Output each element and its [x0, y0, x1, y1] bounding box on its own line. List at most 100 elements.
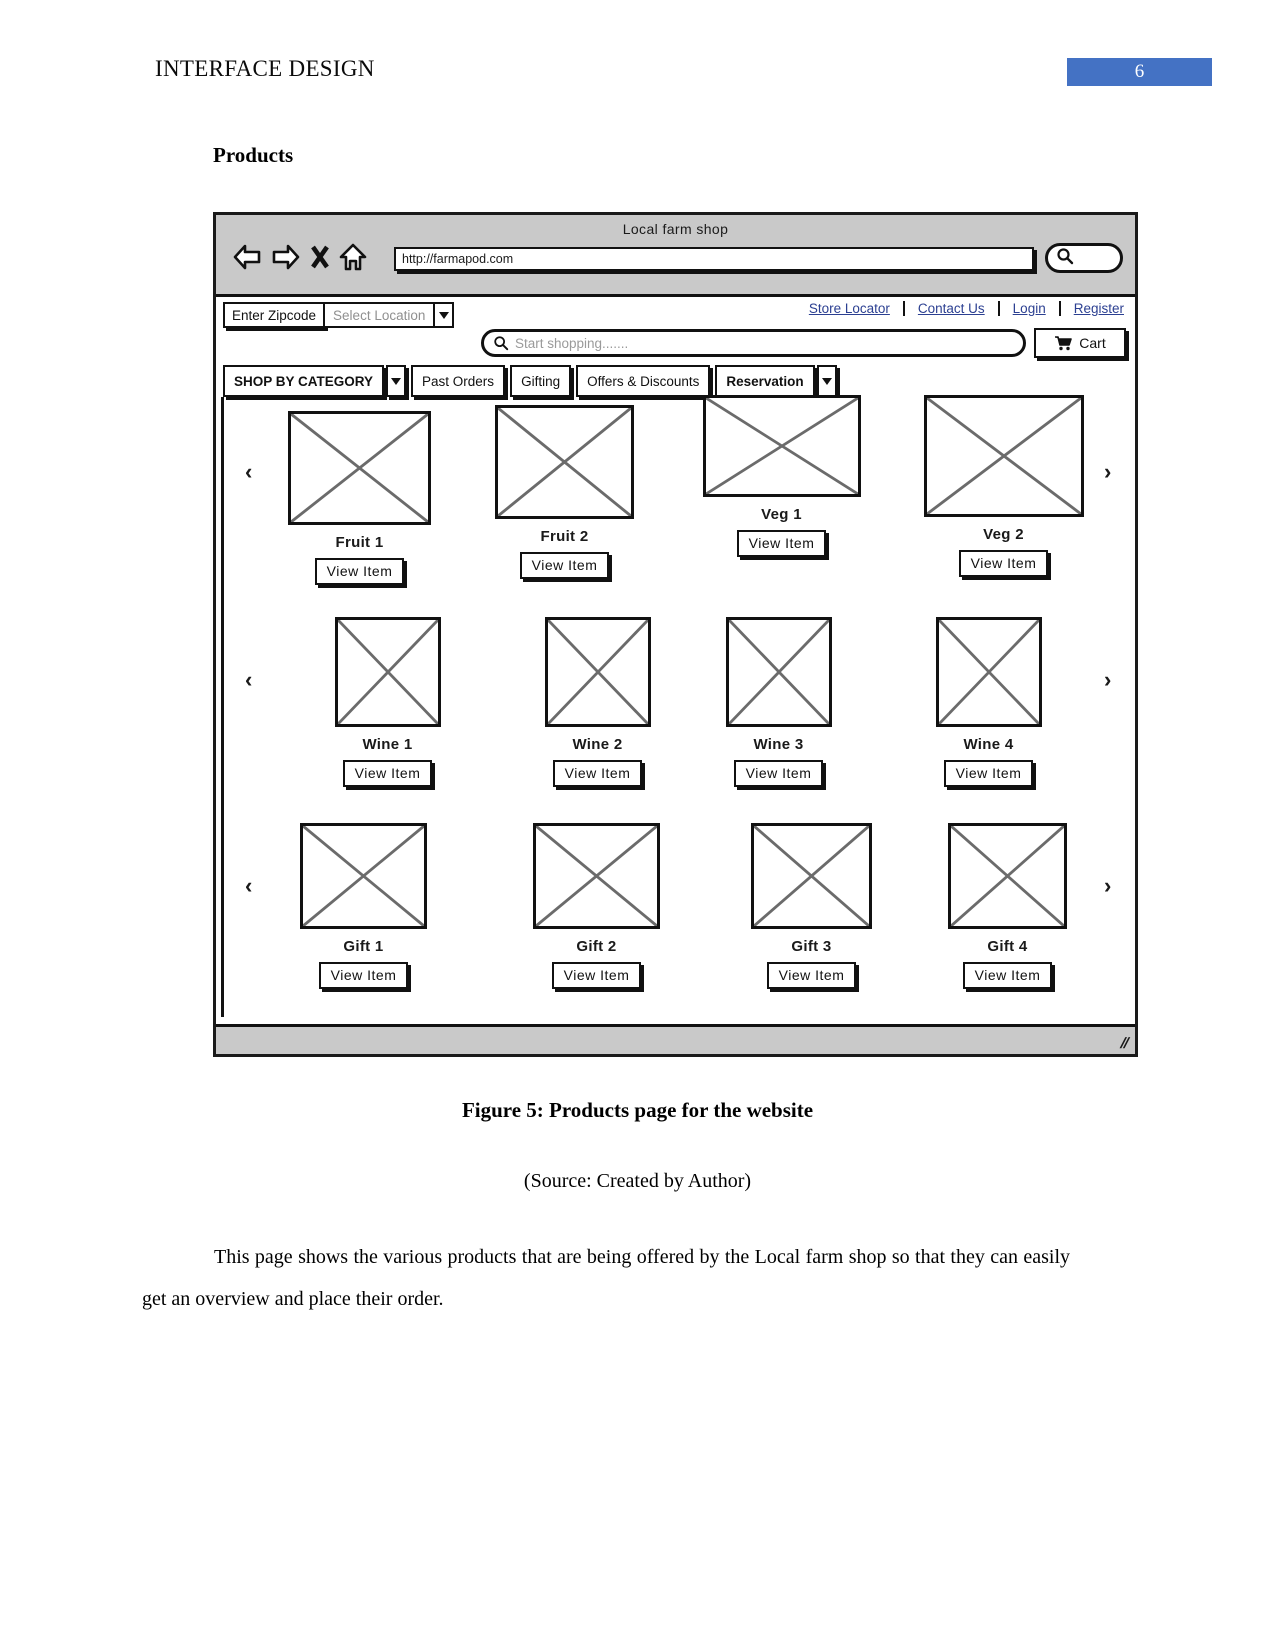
view-item-button[interactable]: View Item [962, 962, 1053, 989]
product-card-wine-2: Wine 2 View Item [510, 617, 685, 787]
product-name: Gift 3 [791, 938, 832, 955]
product-card-wine-3: Wine 3 View Item [691, 617, 866, 787]
location-select[interactable]: Select Location [325, 302, 436, 328]
view-item-button[interactable]: View Item [318, 962, 409, 989]
forward-arrow-icon[interactable] [271, 244, 301, 270]
product-card-wine-1: Wine 1 View Item [300, 617, 475, 787]
view-item-button[interactable]: View Item [736, 530, 827, 557]
header-links: Store Locator Contact Us Login Register [796, 301, 1132, 316]
page-number-badge: 6 [1067, 58, 1212, 86]
back-arrow-icon[interactable] [232, 244, 262, 270]
view-item-button[interactable]: View Item [519, 552, 610, 579]
product-name: Wine 2 [572, 736, 623, 753]
document-header: INTERFACE DESIGN 6 [0, 0, 1275, 100]
link-login[interactable]: Login [1000, 301, 1061, 316]
link-store-locator[interactable]: Store Locator [796, 301, 905, 316]
zipcode-input[interactable]: Enter Zipcode [223, 302, 326, 328]
browser-window-title: Local farm shop [622, 221, 729, 237]
chevron-down-icon[interactable] [386, 365, 407, 397]
chevron-right-icon[interactable]: › [1104, 669, 1111, 691]
product-name: Gift 1 [343, 938, 384, 955]
resize-grip-icon[interactable]: // [1118, 1035, 1130, 1052]
chevron-left-icon[interactable]: ‹ [245, 461, 252, 483]
url-bar[interactable]: http://farmapod.com [394, 247, 1034, 271]
product-card-gift-2: Gift 2 View Item [509, 823, 684, 989]
carousel-row-wine: ‹ Wine 1 View Item Wine 2 View Item Wine… [224, 609, 1135, 799]
chevron-left-icon[interactable]: ‹ [245, 669, 252, 691]
category-nav-bar: SHOP BY CATEGORY Past Orders Gifting Off… [223, 365, 1135, 397]
carousel-row-fruit-veg: ‹ Fruit 1 View Item Fruit 2 View Item Ve… [224, 395, 1135, 603]
url-text: http://farmapod.com [402, 252, 514, 266]
home-icon[interactable] [339, 243, 367, 271]
image-placeholder [702, 395, 861, 497]
image-placeholder [751, 823, 872, 929]
image-placeholder [725, 617, 832, 727]
browser-chrome: Local farm shop http://farmapod.com [216, 215, 1135, 297]
chevron-down-icon[interactable] [816, 365, 837, 397]
link-register[interactable]: Register [1061, 301, 1132, 316]
product-name: Gift 2 [576, 938, 617, 955]
product-name: Fruit 2 [540, 528, 589, 545]
image-placeholder [334, 617, 441, 727]
product-card-veg-2: Veg 2 View Item [916, 395, 1091, 577]
chevron-down-icon[interactable] [435, 302, 455, 328]
nav-shop-by-category[interactable]: SHOP BY CATEGORY [223, 365, 385, 397]
product-card-gift-4: Gift 4 View Item [920, 823, 1095, 989]
product-name: Veg 1 [761, 506, 802, 523]
image-placeholder [923, 395, 1084, 517]
image-placeholder [288, 411, 431, 525]
product-name: Wine 1 [362, 736, 413, 753]
product-name: Fruit 1 [335, 534, 384, 551]
view-item-button[interactable]: View Item [551, 962, 642, 989]
view-item-button[interactable]: View Item [342, 760, 433, 787]
chevron-right-icon[interactable]: › [1104, 875, 1111, 897]
image-placeholder [495, 405, 634, 519]
figure-source: (Source: Created by Author) [523, 1170, 752, 1192]
chevron-right-icon[interactable]: › [1104, 461, 1111, 483]
close-x-icon[interactable] [310, 244, 330, 270]
view-item-button[interactable]: View Item [552, 760, 643, 787]
running-head: INTERFACE DESIGN [155, 56, 375, 81]
search-icon [493, 335, 509, 351]
link-contact-us[interactable]: Contact Us [905, 301, 1000, 316]
nav-past-orders[interactable]: Past Orders [411, 365, 506, 397]
view-item-button[interactable]: View Item [766, 962, 857, 989]
product-card-veg-1: Veg 1 View Item [694, 395, 869, 557]
view-item-button[interactable]: View Item [958, 550, 1049, 577]
product-name: Wine 3 [753, 736, 804, 753]
product-card-wine-4: Wine 4 View Item [901, 617, 1076, 787]
product-name: Wine 4 [963, 736, 1014, 753]
image-placeholder [533, 823, 660, 929]
nav-gifting[interactable]: Gifting [510, 365, 572, 397]
image-placeholder [935, 617, 1042, 727]
shopping-cart-icon [1054, 335, 1073, 351]
product-card-fruit-1: Fruit 1 View Item [272, 411, 447, 585]
product-content-area: ‹ Fruit 1 View Item Fruit 2 View Item Ve… [221, 395, 1135, 1017]
image-placeholder [300, 823, 427, 929]
view-item-button[interactable]: View Item [733, 760, 824, 787]
product-name: Gift 4 [987, 938, 1028, 955]
shop-search-input[interactable]: Start shopping....... [481, 329, 1026, 357]
view-item-button[interactable]: View Item [943, 760, 1034, 787]
site-header: Enter Zipcode Select Location Store Loca… [216, 297, 1135, 365]
product-card-gift-1: Gift 1 View Item [276, 823, 451, 989]
search-icon [1056, 247, 1074, 270]
wireframe-mockup: Local farm shop http://farmapod.com Ente… [213, 212, 1138, 1057]
image-placeholder [948, 823, 1067, 929]
cart-button[interactable]: Cart [1034, 328, 1126, 358]
product-card-fruit-2: Fruit 2 View Item [477, 405, 652, 579]
view-item-button[interactable]: View Item [314, 558, 405, 585]
shop-search-placeholder: Start shopping....... [515, 335, 629, 351]
cart-label: Cart [1079, 335, 1106, 351]
body-paragraph: This page shows the various products tha… [142, 1246, 1070, 1310]
browser-search-box[interactable] [1045, 243, 1123, 273]
product-card-gift-3: Gift 3 View Item [724, 823, 899, 989]
nav-reservation[interactable]: Reservation [715, 365, 815, 397]
product-name: Veg 2 [983, 526, 1024, 543]
section-heading: Products [213, 143, 294, 167]
location-group: Enter Zipcode Select Location [223, 302, 455, 328]
wireframe-footer-bar: // [216, 1024, 1135, 1054]
carousel-row-gift: ‹ Gift 1 View Item Gift 2 View Item Gift… [224, 815, 1135, 1005]
chevron-left-icon[interactable]: ‹ [245, 875, 252, 897]
nav-offers-discounts[interactable]: Offers & Discounts [576, 365, 711, 397]
